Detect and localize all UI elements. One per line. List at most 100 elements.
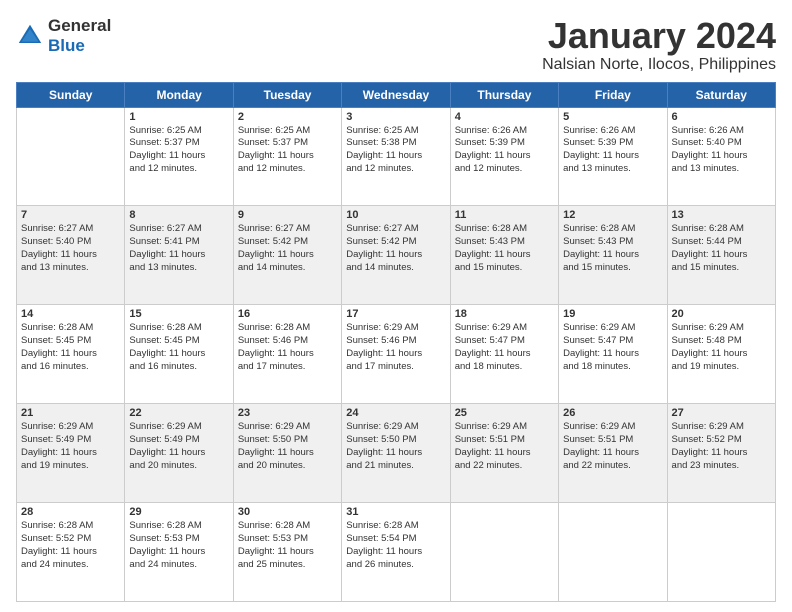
- day-info: Sunrise: 6:29 AM Sunset: 5:46 PM Dayligh…: [346, 322, 445, 373]
- location-title: Nalsian Norte, Ilocos, Philippines: [542, 56, 776, 74]
- table-cell: 2Sunrise: 6:25 AM Sunset: 5:37 PM Daylig…: [233, 107, 341, 206]
- day-number: 19: [563, 308, 662, 320]
- table-cell: 24 Sunrise: 6:29 AM Sunset: 5:50 PM Dayli…: [342, 404, 450, 503]
- calendar-row-1: 1Sunrise: 6:25 AM Sunset: 5:37 PM Daylig…: [17, 107, 776, 206]
- day-info: Sunrise: 6:25 AM Sunset: 5:37 PM Dayligh…: [238, 125, 337, 176]
- day-info: Sunrise: 6:26 AM Sunset: 5:40 PM Dayligh…: [672, 125, 771, 176]
- day-number: 14: [21, 308, 120, 320]
- table-cell: 27 Sunrise: 6:29 AM Sunset: 5:52 PM Dayli…: [667, 404, 775, 503]
- col-saturday: Saturday: [667, 82, 775, 107]
- day-number: 20: [672, 308, 771, 320]
- table-cell: 13 Sunrise: 6:28 AM Sunset: 5:44 PM Dayli…: [667, 206, 775, 305]
- days-header-row: Sunday Monday Tuesday Wednesday Thursday…: [17, 82, 776, 107]
- day-info: Sunrise: 6:27 AM Sunset: 5:42 PM Dayligh…: [238, 223, 337, 274]
- day-number: 13: [672, 209, 771, 221]
- day-number: 8: [129, 209, 228, 221]
- day-info: Sunrise: 6:29 AM Sunset: 5:50 PM Dayligh…: [346, 421, 445, 472]
- logo-text: General Blue: [48, 16, 111, 56]
- day-info: Sunrise: 6:29 AM Sunset: 5:50 PM Dayligh…: [238, 421, 337, 472]
- day-info: Sunrise: 6:27 AM Sunset: 5:40 PM Dayligh…: [21, 223, 120, 274]
- logo: General Blue: [16, 16, 111, 56]
- day-info: Sunrise: 6:25 AM Sunset: 5:37 PM Dayligh…: [129, 125, 228, 176]
- table-cell: 21 Sunrise: 6:29 AM Sunset: 5:49 PM Dayli…: [17, 404, 125, 503]
- day-info: Sunrise: 6:28 AM Sunset: 5:43 PM Dayligh…: [563, 223, 662, 274]
- day-number: 28: [21, 506, 120, 518]
- day-info: Sunrise: 6:26 AM Sunset: 5:39 PM Dayligh…: [455, 125, 554, 176]
- day-number: 23: [238, 407, 337, 419]
- table-cell: 7 Sunrise: 6:27 AM Sunset: 5:40 PM Daylig…: [17, 206, 125, 305]
- day-number: 15: [129, 308, 228, 320]
- day-number: 10: [346, 209, 445, 221]
- table-cell: 28Sunrise: 6:28 AM Sunset: 5:52 PM Dayli…: [17, 503, 125, 602]
- day-info: Sunrise: 6:25 AM Sunset: 5:38 PM Dayligh…: [346, 125, 445, 176]
- month-title: January 2024: [542, 16, 776, 56]
- logo-general: General: [48, 16, 111, 35]
- day-number: 6: [672, 111, 771, 123]
- logo-icon: [16, 22, 44, 50]
- table-cell: 14Sunrise: 6:28 AM Sunset: 5:45 PM Dayli…: [17, 305, 125, 404]
- day-info: Sunrise: 6:29 AM Sunset: 5:47 PM Dayligh…: [455, 322, 554, 373]
- table-cell: 23 Sunrise: 6:29 AM Sunset: 5:50 PM Dayli…: [233, 404, 341, 503]
- table-cell: 11 Sunrise: 6:28 AM Sunset: 5:43 PM Dayli…: [450, 206, 558, 305]
- col-thursday: Thursday: [450, 82, 558, 107]
- day-info: Sunrise: 6:29 AM Sunset: 5:49 PM Dayligh…: [21, 421, 120, 472]
- table-cell: 29 Sunrise: 6:28 AM Sunset: 5:53 PM Dayli…: [125, 503, 233, 602]
- table-cell: 9 Sunrise: 6:27 AM Sunset: 5:42 PM Daylig…: [233, 206, 341, 305]
- table-cell: [667, 503, 775, 602]
- day-info: Sunrise: 6:28 AM Sunset: 5:43 PM Dayligh…: [455, 223, 554, 274]
- day-number: 5: [563, 111, 662, 123]
- table-cell: 10 Sunrise: 6:27 AM Sunset: 5:42 PM Dayli…: [342, 206, 450, 305]
- table-cell: 6 Sunrise: 6:26 AM Sunset: 5:40 PM Daylig…: [667, 107, 775, 206]
- day-number: 22: [129, 407, 228, 419]
- title-block: January 2024 Nalsian Norte, Ilocos, Phil…: [542, 16, 776, 74]
- calendar-row-5: 28Sunrise: 6:28 AM Sunset: 5:52 PM Dayli…: [17, 503, 776, 602]
- day-number: 16: [238, 308, 337, 320]
- day-number: 24: [346, 407, 445, 419]
- day-number: 25: [455, 407, 554, 419]
- col-monday: Monday: [125, 82, 233, 107]
- table-cell: 3 Sunrise: 6:25 AM Sunset: 5:38 PM Daylig…: [342, 107, 450, 206]
- col-wednesday: Wednesday: [342, 82, 450, 107]
- day-info: Sunrise: 6:28 AM Sunset: 5:53 PM Dayligh…: [129, 520, 228, 571]
- day-info: Sunrise: 6:29 AM Sunset: 5:51 PM Dayligh…: [563, 421, 662, 472]
- table-cell: 12 Sunrise: 6:28 AM Sunset: 5:43 PM Dayli…: [559, 206, 667, 305]
- table-cell: 18 Sunrise: 6:29 AM Sunset: 5:47 PM Dayli…: [450, 305, 558, 404]
- table-cell: 16Sunrise: 6:28 AM Sunset: 5:46 PM Dayli…: [233, 305, 341, 404]
- calendar-table: Sunday Monday Tuesday Wednesday Thursday…: [16, 82, 776, 602]
- table-cell: 8 Sunrise: 6:27 AM Sunset: 5:41 PM Daylig…: [125, 206, 233, 305]
- day-number: 7: [21, 209, 120, 221]
- col-friday: Friday: [559, 82, 667, 107]
- logo-blue: Blue: [48, 36, 85, 55]
- day-number: 12: [563, 209, 662, 221]
- day-number: 9: [238, 209, 337, 221]
- page: General Blue January 2024 Nalsian Norte,…: [0, 0, 792, 612]
- table-cell: 22 Sunrise: 6:29 AM Sunset: 5:49 PM Dayli…: [125, 404, 233, 503]
- day-info: Sunrise: 6:28 AM Sunset: 5:45 PM Dayligh…: [129, 322, 228, 373]
- table-cell: 26 Sunrise: 6:29 AM Sunset: 5:51 PM Dayli…: [559, 404, 667, 503]
- day-number: 17: [346, 308, 445, 320]
- calendar-row-3: 14 Sunrise: 6:28 AM Sunset: 5:45 PM Dayli…: [17, 305, 776, 404]
- day-number: 18: [455, 308, 554, 320]
- day-number: 3: [346, 111, 445, 123]
- day-info: Sunrise: 6:28 AM Sunset: 5:44 PM Dayligh…: [672, 223, 771, 274]
- day-number: 26: [563, 407, 662, 419]
- calendar-row-4: 21 Sunrise: 6:29 AM Sunset: 5:49 PM Dayli…: [17, 404, 776, 503]
- table-cell: 15 Sunrise: 6:28 AM Sunset: 5:45 PM Dayli…: [125, 305, 233, 404]
- day-number: 21: [21, 407, 120, 419]
- table-cell: 25 Sunrise: 6:29 AM Sunset: 5:51 PM Dayli…: [450, 404, 558, 503]
- table-cell: 31Sunrise: 6:28 AM Sunset: 5:54 PM Dayli…: [342, 503, 450, 602]
- day-info: Sunrise: 6:27 AM Sunset: 5:41 PM Dayligh…: [129, 223, 228, 274]
- day-number: 31: [346, 506, 445, 518]
- col-tuesday: Tuesday: [233, 82, 341, 107]
- day-number: 27: [672, 407, 771, 419]
- day-number: 29: [129, 506, 228, 518]
- day-info: Sunrise: 6:27 AM Sunset: 5:42 PM Dayligh…: [346, 223, 445, 274]
- day-info: Sunrise: 6:29 AM Sunset: 5:51 PM Dayligh…: [455, 421, 554, 472]
- header: General Blue January 2024 Nalsian Norte,…: [16, 16, 776, 74]
- day-number: 30: [238, 506, 337, 518]
- day-info: Sunrise: 6:29 AM Sunset: 5:52 PM Dayligh…: [672, 421, 771, 472]
- calendar-row-2: 7 Sunrise: 6:27 AM Sunset: 5:40 PM Daylig…: [17, 206, 776, 305]
- day-info: Sunrise: 6:29 AM Sunset: 5:49 PM Dayligh…: [129, 421, 228, 472]
- day-number: 11: [455, 209, 554, 221]
- table-cell: 20Sunrise: 6:29 AM Sunset: 5:48 PM Dayli…: [667, 305, 775, 404]
